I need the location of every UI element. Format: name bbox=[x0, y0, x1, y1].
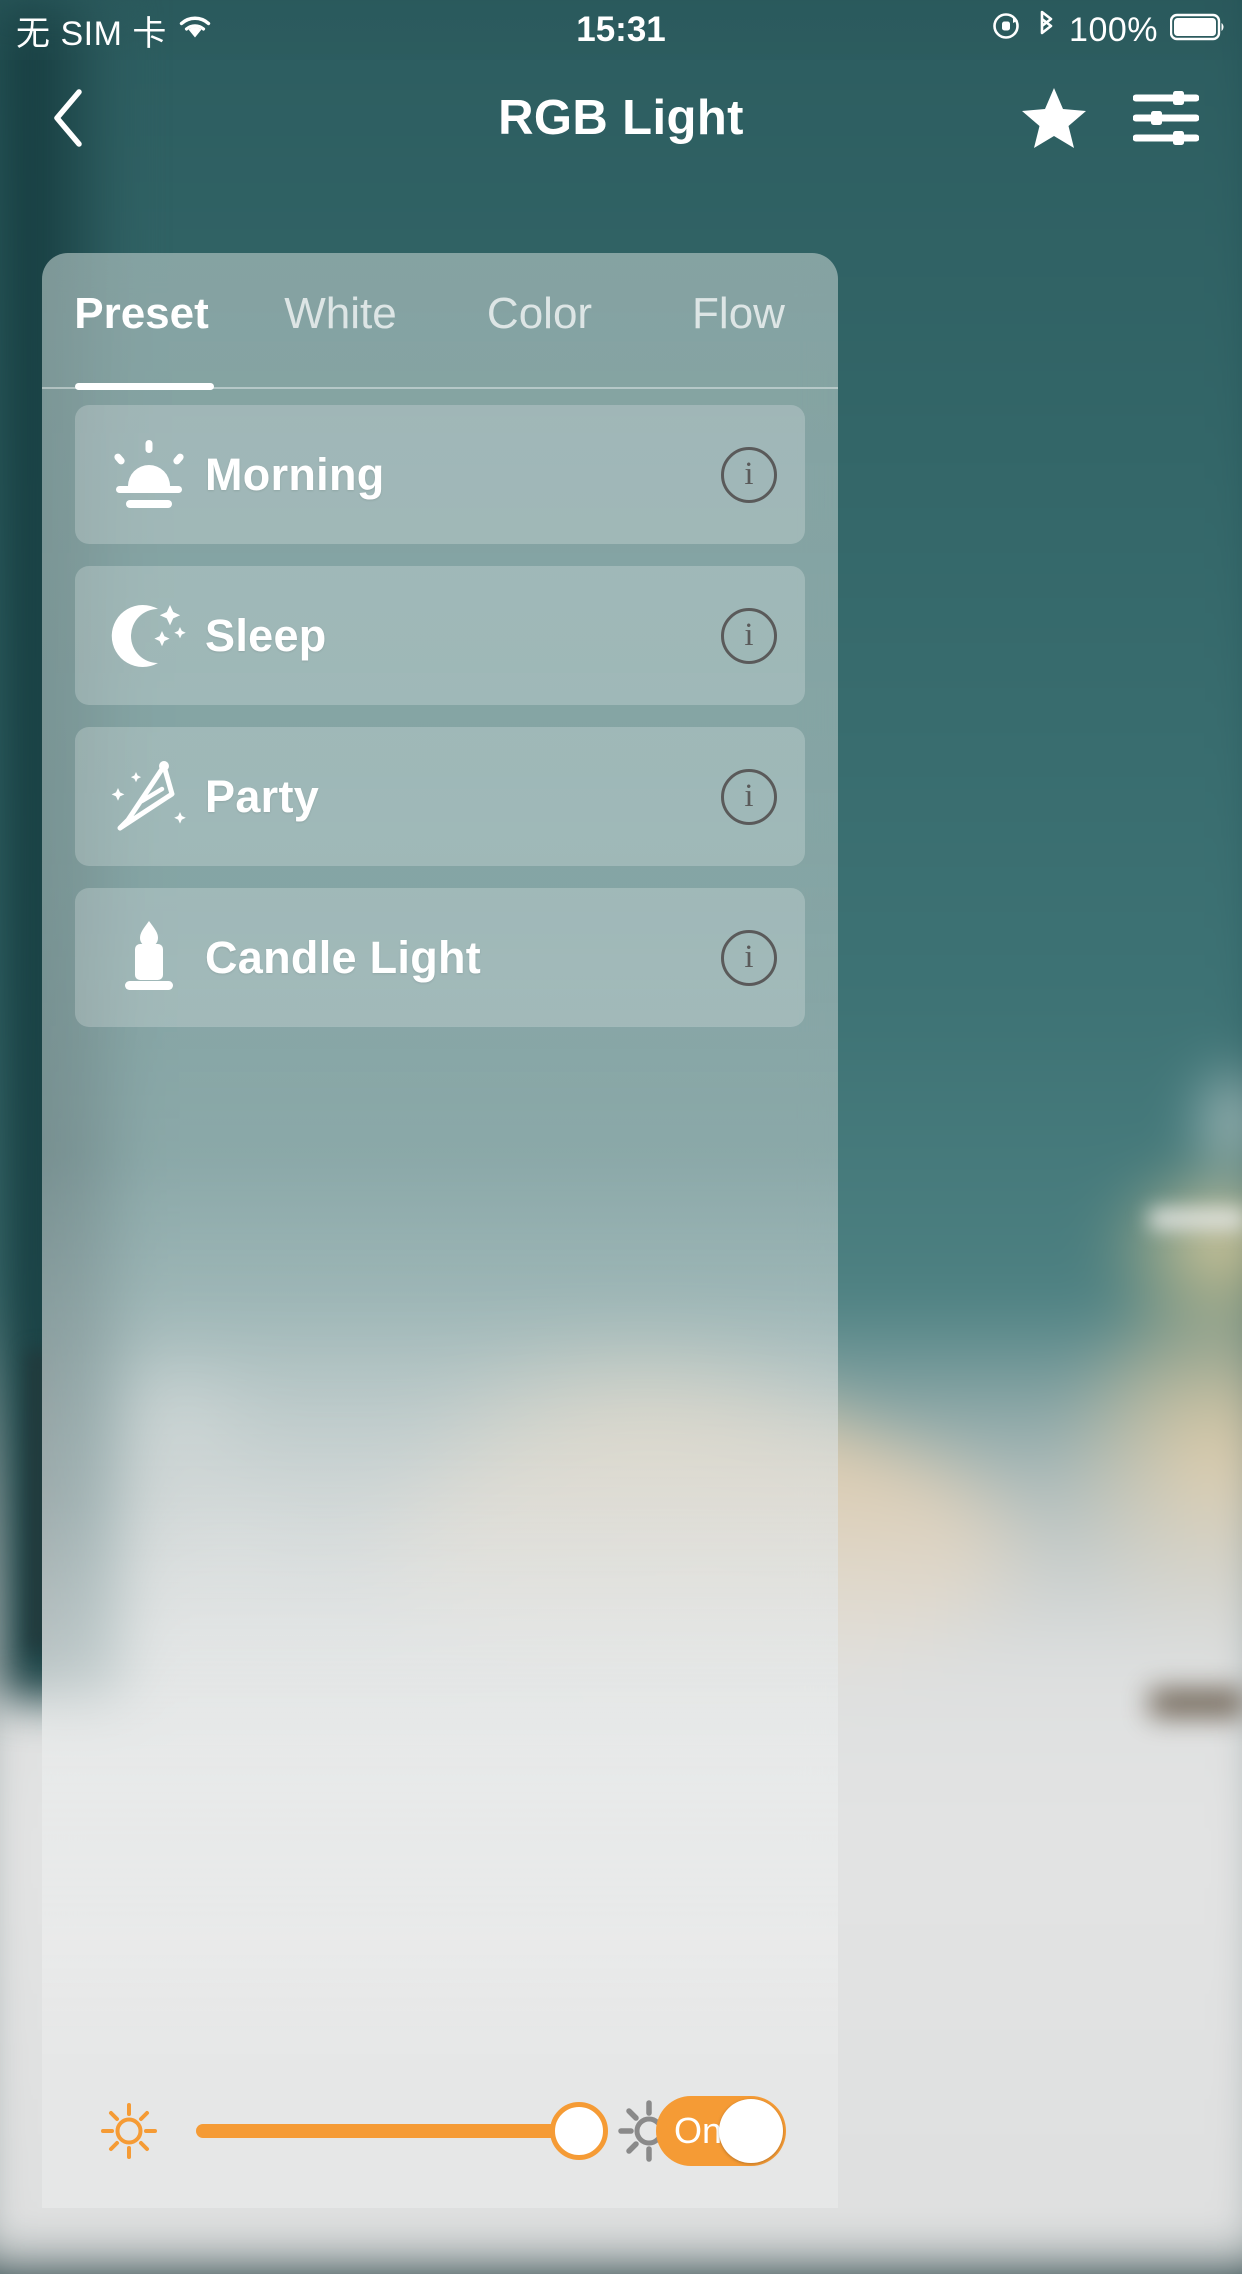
preset-info-button[interactable]: i bbox=[721, 446, 777, 503]
control-panel: Preset White Color Flow Morning i Sleep … bbox=[42, 253, 838, 2208]
rotation-lock-icon bbox=[991, 10, 1023, 51]
power-toggle-knob bbox=[719, 2099, 783, 2163]
preset-label: Morning bbox=[205, 448, 385, 500]
party-hat-icon bbox=[101, 758, 197, 836]
tab-white[interactable]: White bbox=[241, 253, 440, 388]
sliders-icon bbox=[1132, 88, 1200, 153]
background-sofa-shadow bbox=[1150, 1690, 1242, 1716]
preset-info-button[interactable]: i bbox=[721, 929, 777, 986]
status-bar-right: 100% bbox=[991, 9, 1226, 52]
preset-row-sleep[interactable]: Sleep i bbox=[75, 566, 805, 705]
power-toggle-label: On bbox=[674, 2110, 723, 2151]
tab-active-indicator bbox=[75, 383, 214, 390]
status-bar: 无 SIM 卡 15:31 100% bbox=[0, 0, 1242, 60]
preset-label: Sleep bbox=[205, 609, 327, 661]
sun-small-icon[interactable] bbox=[100, 2102, 158, 2160]
preset-row-candle-light[interactable]: Candle Light i bbox=[75, 888, 805, 1027]
preset-list: Morning i Sleep i Party i Candle Light i bbox=[42, 405, 838, 1049]
background-shelf bbox=[1150, 1210, 1242, 1228]
bluetooth-icon bbox=[1035, 9, 1057, 52]
bottom-control-bar: On bbox=[42, 2054, 838, 2208]
brightness-slider-thumb[interactable] bbox=[550, 2102, 608, 2160]
star-icon bbox=[1021, 86, 1087, 155]
brightness-slider-track bbox=[196, 2124, 588, 2138]
tab-color[interactable]: Color bbox=[440, 253, 639, 388]
power-toggle[interactable]: On bbox=[656, 2096, 786, 2166]
settings-button[interactable] bbox=[1128, 82, 1204, 158]
navigation-bar: RGB Light bbox=[0, 60, 1242, 175]
tab-preset[interactable]: Preset bbox=[42, 253, 241, 388]
candle-icon bbox=[101, 919, 197, 997]
favorite-button[interactable] bbox=[1016, 82, 1092, 158]
battery-percent-label: 100% bbox=[1069, 10, 1158, 49]
brightness-slider[interactable] bbox=[196, 2101, 608, 2161]
tab-bar: Preset White Color Flow bbox=[42, 253, 838, 388]
preset-info-button[interactable]: i bbox=[721, 607, 777, 664]
preset-label: Candle Light bbox=[205, 931, 482, 983]
preset-row-party[interactable]: Party i bbox=[75, 727, 805, 866]
tab-flow[interactable]: Flow bbox=[639, 253, 838, 388]
preset-label: Party bbox=[205, 770, 320, 822]
moon-stars-icon bbox=[101, 597, 197, 675]
preset-row-morning[interactable]: Morning i bbox=[75, 405, 805, 544]
preset-info-button[interactable]: i bbox=[721, 768, 777, 825]
battery-full-icon bbox=[1169, 11, 1226, 50]
sunrise-icon bbox=[101, 438, 197, 512]
